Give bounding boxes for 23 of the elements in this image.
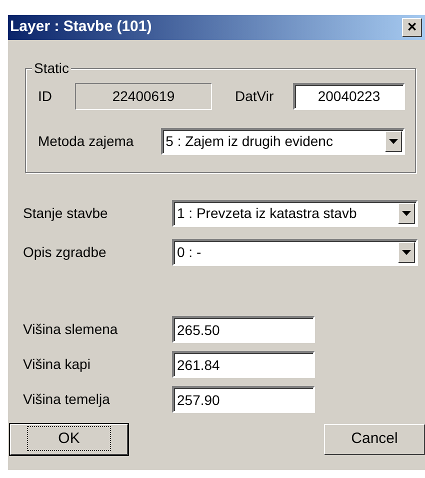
field-label: Opis zgradbe (23, 243, 108, 262)
text-field[interactable]: 265.50 (172, 316, 315, 343)
dropdown-arrow-icon[interactable] (389, 139, 398, 144)
field-label: Metoda zajema (38, 132, 135, 151)
dropdown[interactable]: 5 : Zajem iz drugih evidenc (160, 128, 405, 155)
dropdown[interactable]: 0 : - (172, 239, 418, 266)
text-field[interactable]: 257.90 (172, 386, 315, 413)
field-label: Višina kapi (23, 355, 92, 374)
cancel-button[interactable]: Cancel (324, 424, 425, 455)
dropdown[interactable]: 1 : Prevzeta iz katastra stavb (172, 200, 418, 227)
field-label: ID (38, 87, 52, 106)
field-label: Višina temelja (23, 390, 111, 409)
field-label: Višina slemena (23, 320, 119, 339)
close-button[interactable]: × (402, 18, 422, 37)
window-title: Layer : Stavbe (101) (10, 17, 152, 38)
group-label: Static (32, 60, 72, 76)
ok-button[interactable]: OK (10, 424, 128, 455)
field-label: Stanje stavbe (23, 204, 109, 223)
date-field[interactable]: 20040223 (293, 83, 405, 110)
field-label: DatVir (235, 87, 274, 106)
dropdown-arrow-icon[interactable] (402, 211, 411, 216)
text-field[interactable]: 261.84 (172, 351, 315, 378)
dropdown-arrow-icon[interactable] (402, 250, 411, 255)
